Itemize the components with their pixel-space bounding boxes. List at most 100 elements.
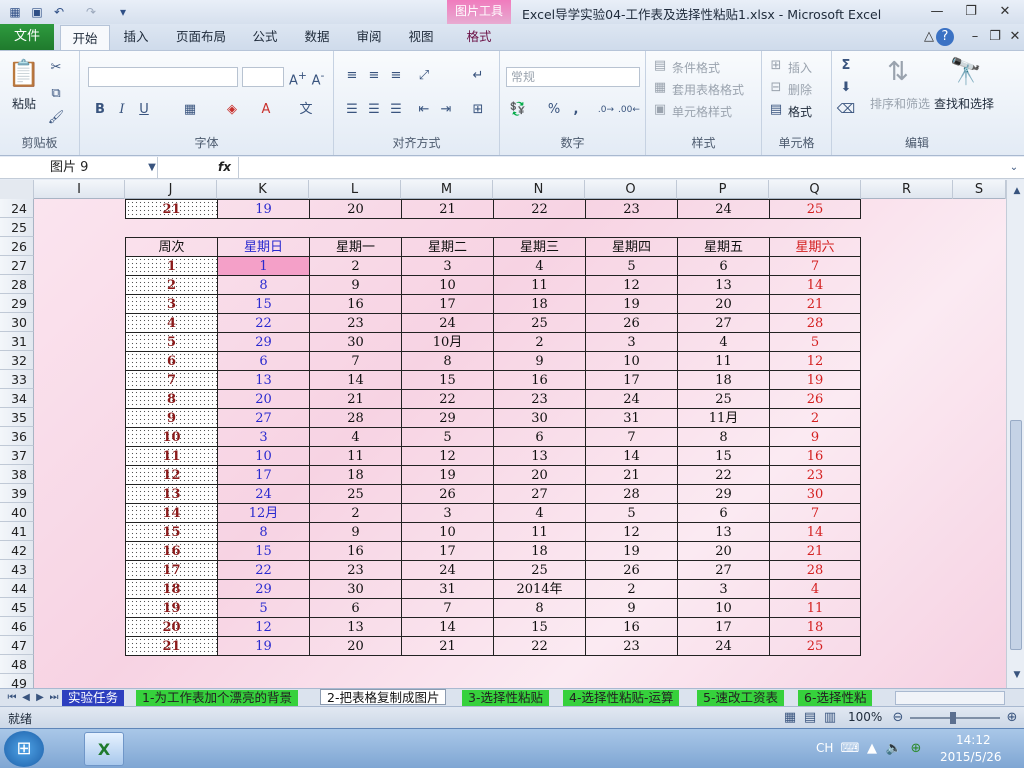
align-bottom-icon[interactable]: ≡ xyxy=(386,67,406,85)
comma-button[interactable]: , xyxy=(566,101,586,119)
clear-icon[interactable]: ⌫ xyxy=(836,101,856,119)
row-header[interactable]: 45 xyxy=(0,598,34,617)
font-name-combo[interactable] xyxy=(88,67,238,87)
row-header[interactable]: 30 xyxy=(0,313,34,332)
volume-icon[interactable]: 🔈 xyxy=(884,740,904,758)
row-header[interactable]: 42 xyxy=(0,541,34,560)
minimize-icon[interactable]: — xyxy=(924,3,950,21)
cut-icon[interactable]: ✂ xyxy=(46,59,66,77)
vertical-scrollbar[interactable]: ▲ ▼ xyxy=(1006,180,1024,688)
row-header[interactable]: 41 xyxy=(0,522,34,541)
decrease-decimal-icon[interactable]: .00← xyxy=(618,101,640,119)
col-header-q[interactable]: Q xyxy=(769,180,861,199)
insert-cells-button[interactable]: 插入 xyxy=(788,59,812,76)
find-select-button[interactable]: 查找和选择 xyxy=(934,95,994,112)
horizontal-scrollbar[interactable] xyxy=(895,691,1005,705)
sort-filter-button[interactable]: 排序和筛选 xyxy=(870,95,930,112)
zoom-level[interactable]: 100% xyxy=(848,710,882,724)
close-icon[interactable]: ✕ xyxy=(992,3,1018,21)
row-header[interactable]: 46 xyxy=(0,617,34,636)
row-header[interactable]: 24 xyxy=(0,199,34,218)
decrease-indent-icon[interactable]: ⇤ xyxy=(414,101,434,119)
cell-styles-icon[interactable]: ▣ xyxy=(650,101,670,119)
autosum-button[interactable]: Σ xyxy=(836,57,856,75)
last-sheet-icon[interactable]: ⏭ xyxy=(44,689,64,707)
row-header[interactable]: 49 xyxy=(0,674,34,688)
paste-button[interactable]: 粘贴 xyxy=(12,95,36,112)
align-center-icon[interactable]: ☰ xyxy=(364,101,384,119)
font-size-combo[interactable] xyxy=(242,67,284,87)
cell-styles-button[interactable]: 单元格样式 xyxy=(672,103,732,120)
formula-input[interactable] xyxy=(238,157,1006,178)
wb-close-icon[interactable]: ✕ xyxy=(1002,28,1024,46)
sheet-tab-3[interactable]: 3-选择性粘贴 xyxy=(462,690,549,706)
delete-cells-icon[interactable]: ⊟ xyxy=(766,79,786,97)
col-header-j[interactable]: J xyxy=(125,180,217,199)
currency-icon[interactable]: 💱 xyxy=(508,101,528,119)
row-header[interactable]: 37 xyxy=(0,446,34,465)
scroll-up-icon[interactable]: ▲ xyxy=(1007,182,1024,200)
select-all-corner[interactable] xyxy=(0,180,34,199)
fill-icon[interactable]: ⬇ xyxy=(836,79,856,97)
col-header-s[interactable]: S xyxy=(953,180,1006,199)
fill-color-icon[interactable]: ◈ xyxy=(222,101,242,119)
undo-icon[interactable]: ↶ xyxy=(50,3,68,21)
restore-icon[interactable]: ❐ xyxy=(958,3,984,21)
sheet-tab-2-active[interactable]: 2-把表格复制成图片 xyxy=(320,689,447,705)
merge-center-icon[interactable]: ⊞ xyxy=(468,101,488,119)
row-header[interactable]: 34 xyxy=(0,389,34,408)
tab-review[interactable]: 审阅 xyxy=(348,24,390,50)
sort-filter-icon[interactable]: ⇅ xyxy=(880,55,916,89)
scroll-down-icon[interactable]: ▼ xyxy=(1007,666,1024,684)
customize-qat-icon[interactable]: ▾ xyxy=(114,3,132,21)
align-right-icon[interactable]: ☰ xyxy=(386,101,406,119)
save-icon[interactable]: ▣ xyxy=(28,3,46,21)
name-box[interactable]: 图片 9 xyxy=(0,157,158,178)
copy-icon[interactable]: ⧉ xyxy=(46,85,66,103)
help-icon[interactable]: ? xyxy=(936,28,954,46)
row-header[interactable]: 25 xyxy=(0,218,34,237)
normal-view-icon[interactable]: ▦ xyxy=(780,709,800,727)
sheet-tab-1[interactable]: 1-为工作表加个漂亮的背景 xyxy=(136,690,298,706)
row-header[interactable]: 31 xyxy=(0,332,34,351)
align-middle-icon[interactable]: ≡ xyxy=(364,67,384,85)
network-icon[interactable]: ⊕ xyxy=(906,740,926,758)
format-as-table-button[interactable]: 套用表格格式 xyxy=(672,81,744,98)
row-header[interactable]: 28 xyxy=(0,275,34,294)
clock-time[interactable]: 14:12 xyxy=(956,733,991,747)
page-break-view-icon[interactable]: ▥ xyxy=(820,709,840,727)
tab-formulas[interactable]: 公式 xyxy=(244,24,286,50)
row-header[interactable]: 38 xyxy=(0,465,34,484)
page-layout-view-icon[interactable]: ▤ xyxy=(800,709,820,727)
expand-formula-icon[interactable]: ⌄ xyxy=(1004,159,1024,177)
col-header-l[interactable]: L xyxy=(309,180,401,199)
insert-function-button[interactable]: fx xyxy=(218,157,238,178)
tray-expand-icon[interactable]: ▲ xyxy=(862,740,882,758)
grow-font-icon[interactable]: A+ xyxy=(288,67,308,88)
keyboard-icon[interactable]: ⌨ xyxy=(840,740,860,758)
row-header[interactable]: 26 xyxy=(0,237,34,256)
excel-taskbar-icon[interactable]: X xyxy=(84,732,124,766)
tab-file[interactable]: 文件 xyxy=(0,24,54,50)
redo-icon[interactable]: ↷ xyxy=(82,3,100,21)
font-color-icon[interactable]: A xyxy=(256,101,276,119)
row-header[interactable]: 43 xyxy=(0,560,34,579)
orientation-icon[interactable]: ⤢ xyxy=(414,67,434,85)
row-header[interactable]: 35 xyxy=(0,408,34,427)
zoom-slider-thumb[interactable] xyxy=(950,712,956,724)
border-icon[interactable]: ▦ xyxy=(180,101,200,119)
paste-icon[interactable]: 📋 xyxy=(6,57,42,91)
worksheet-grid[interactable]: I J K L M N O P Q R S 24 25 26 27 28 29 30 31 32… xyxy=(0,180,1006,688)
col-header-n[interactable]: N xyxy=(493,180,585,199)
insert-cells-icon[interactable]: ⊞ xyxy=(766,57,786,75)
row-header[interactable]: 40 xyxy=(0,503,34,522)
col-header-i[interactable]: I xyxy=(34,180,125,199)
format-cells-button[interactable]: 格式 xyxy=(788,103,812,120)
col-header-p[interactable]: P xyxy=(677,180,769,199)
sheet-tab-4[interactable]: 4-选择性粘贴-运算 xyxy=(563,690,680,706)
zoom-in-icon[interactable]: ⊕ xyxy=(1002,709,1022,727)
row-header[interactable]: 44 xyxy=(0,579,34,598)
sheet-tab-0[interactable]: 实验任务 xyxy=(62,690,125,706)
input-language[interactable]: CH xyxy=(816,741,833,755)
sheet-tab-6[interactable]: 6-选择性粘 xyxy=(798,690,873,706)
